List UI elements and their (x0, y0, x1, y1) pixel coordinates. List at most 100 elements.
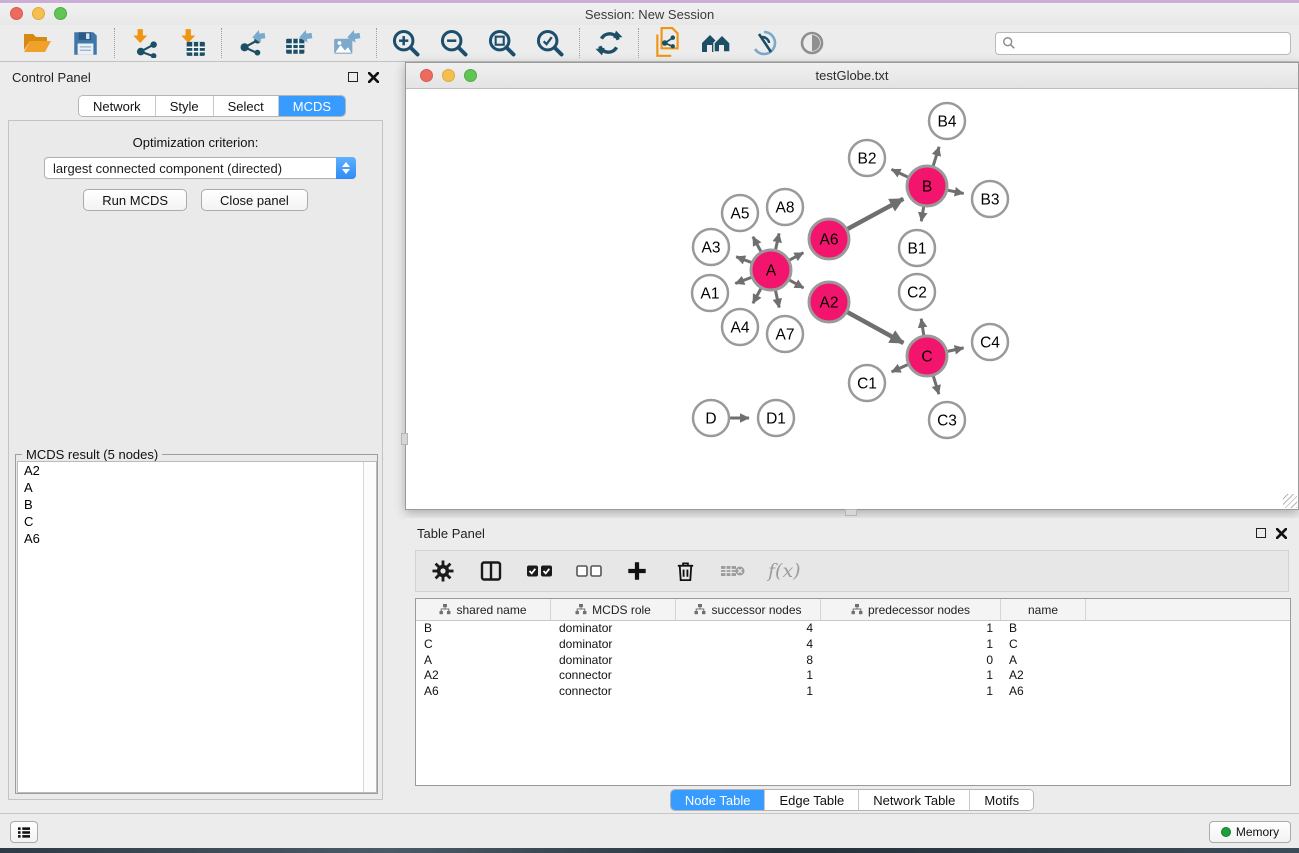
column-header-shared-name[interactable]: shared name (416, 599, 551, 620)
table-cell[interactable]: connector (551, 668, 676, 684)
table-cell[interactable]: 1 (676, 668, 821, 684)
criterion-dropdown[interactable]: largest connected component (directed) (44, 157, 356, 179)
network-canvas[interactable]: B4B2BB3A8A5A6A3B1AA1C2A2A4A7C4CC1C3DD1 (406, 89, 1298, 509)
zoom-selected-button[interactable] (533, 27, 567, 59)
scrollbar-track[interactable] (363, 462, 376, 792)
edge-A-A7[interactable] (776, 291, 780, 308)
close-panel-icon[interactable] (368, 72, 379, 83)
tab-network[interactable]: Network (79, 96, 156, 116)
zoom-window-button[interactable] (54, 7, 67, 20)
tab-motifs[interactable]: Motifs (970, 790, 1033, 810)
edge-A-A8[interactable] (776, 233, 780, 249)
open-session-button[interactable] (20, 27, 54, 59)
table-row[interactable]: A2connector11A2 (416, 668, 1290, 684)
edge-B-B2[interactable] (892, 169, 909, 177)
minimize-network-button[interactable] (442, 69, 455, 82)
select-all-button[interactable] (526, 556, 554, 586)
edge-B-B1[interactable] (921, 207, 923, 222)
settings-gear-button[interactable] (430, 556, 456, 586)
zoom-out-button[interactable] (437, 27, 471, 59)
table-row[interactable]: A6connector11A6 (416, 684, 1290, 700)
delete-table-button[interactable] (720, 556, 746, 586)
table-cell[interactable]: 1 (821, 684, 1001, 700)
column-header-successor-nodes[interactable]: successor nodes (676, 599, 821, 620)
float-panel-icon[interactable] (348, 72, 358, 82)
edge-A-A4[interactable] (753, 288, 761, 303)
zoom-in-button[interactable] (389, 27, 423, 59)
table-cell[interactable]: dominator (551, 621, 676, 637)
tab-network-table[interactable]: Network Table (859, 790, 970, 810)
table-row[interactable]: Cdominator41C (416, 637, 1290, 653)
table-cell[interactable]: 1 (821, 621, 1001, 637)
edge-A-A6[interactable] (790, 253, 804, 260)
column-header-mcds-role[interactable]: MCDS role (551, 599, 676, 620)
table-row[interactable]: Adominator80A (416, 653, 1290, 669)
new-network-from-selection-button[interactable] (651, 27, 685, 59)
edge-A-A3[interactable] (736, 257, 751, 263)
zoom-network-button[interactable] (464, 69, 477, 82)
edge-A-A2[interactable] (789, 280, 803, 288)
table-cell[interactable]: 4 (676, 637, 821, 653)
refresh-button[interactable] (592, 27, 626, 59)
table-cell[interactable]: connector (551, 684, 676, 700)
mcds-result-item[interactable]: A (18, 479, 376, 496)
import-table-button[interactable] (175, 27, 209, 59)
close-panel-icon[interactable] (1276, 528, 1287, 539)
home-button[interactable] (699, 27, 733, 59)
tab-style[interactable]: Style (156, 96, 214, 116)
export-network-button[interactable] (234, 27, 268, 59)
tab-edge-table[interactable]: Edge Table (765, 790, 859, 810)
close-network-button[interactable] (420, 69, 433, 82)
edge-A6-B[interactable] (848, 199, 904, 229)
mcds-result-item[interactable]: A6 (18, 530, 376, 547)
task-history-button[interactable] (10, 821, 38, 843)
tab-select[interactable]: Select (214, 96, 279, 116)
edge-C-C2[interactable] (921, 319, 924, 336)
table-cell[interactable]: A (416, 653, 551, 669)
table-cell[interactable]: B (1001, 621, 1086, 637)
tab-node-table[interactable]: Node Table (671, 790, 766, 810)
table-cell[interactable]: 1 (676, 684, 821, 700)
node-table[interactable]: shared nameMCDS rolesuccessor nodesprede… (415, 598, 1291, 786)
delete-column-button[interactable] (672, 556, 698, 586)
table-cell[interactable]: B (416, 621, 551, 637)
tab-mcds[interactable]: MCDS (279, 96, 345, 116)
minimize-window-button[interactable] (32, 7, 45, 20)
memory-button[interactable]: Memory (1209, 821, 1291, 843)
column-header-name[interactable]: name (1001, 599, 1086, 620)
deselect-all-button[interactable] (576, 556, 602, 586)
column-header-predecessor-nodes[interactable]: predecessor nodes (821, 599, 1001, 620)
mcds-result-list[interactable]: A2ABCA6 (17, 461, 377, 793)
hide-details-button[interactable] (747, 27, 781, 59)
edge-C-C4[interactable] (948, 348, 964, 352)
run-mcds-button[interactable]: Run MCDS (83, 189, 187, 211)
split-view-button[interactable] (478, 556, 504, 586)
network-window-titlebar[interactable]: testGlobe.txt (406, 63, 1298, 89)
table-cell[interactable]: 1 (821, 668, 1001, 684)
window-resize-grip[interactable] (1283, 494, 1297, 508)
mcds-result-item[interactable]: B (18, 496, 376, 513)
function-builder-button[interactable]: f(x) (768, 556, 801, 586)
export-table-button[interactable] (282, 27, 316, 59)
edge-C-C3[interactable] (933, 376, 939, 394)
table-cell[interactable]: A2 (1001, 668, 1086, 684)
splitter-grip-vertical[interactable] (401, 433, 408, 445)
table-row[interactable]: Bdominator41B (416, 621, 1290, 637)
show-details-button[interactable] (795, 27, 829, 59)
edge-B-B4[interactable] (933, 147, 939, 166)
edge-B-B3[interactable] (948, 190, 964, 193)
table-cell[interactable]: 0 (821, 653, 1001, 669)
edge-A-A1[interactable] (735, 277, 751, 283)
splitter-grip-horizontal[interactable] (845, 509, 857, 516)
zoom-fit-button[interactable] (485, 27, 519, 59)
table-cell[interactable]: 8 (676, 653, 821, 669)
table-cell[interactable]: C (1001, 637, 1086, 653)
table-cell[interactable]: A (1001, 653, 1086, 669)
close-window-button[interactable] (10, 7, 23, 20)
table-cell[interactable]: 4 (676, 621, 821, 637)
table-cell[interactable]: 1 (821, 637, 1001, 653)
mcds-result-item[interactable]: A2 (18, 462, 376, 479)
edge-A-A5[interactable] (753, 237, 761, 252)
float-panel-icon[interactable] (1256, 528, 1266, 538)
search-input[interactable] (1020, 36, 1284, 50)
